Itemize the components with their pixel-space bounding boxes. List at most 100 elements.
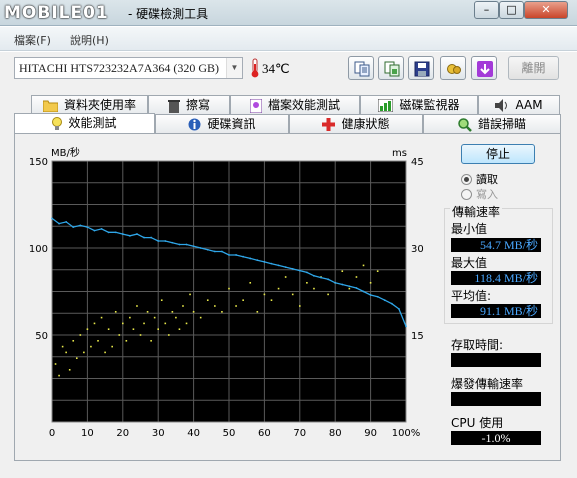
transfer-rate-point [121, 233, 124, 235]
tab-label: 擦寫 [185, 98, 210, 112]
radio-dot [461, 189, 472, 200]
transfer-rate-point [143, 236, 145, 239]
options-icon [447, 64, 461, 74]
drive-select[interactable]: HITACHI HTS723232A7A364 (320 GB) ▼ [14, 57, 243, 79]
tab-label: AAM [515, 98, 543, 112]
access-time-point [175, 316, 177, 319]
health-cross-icon [322, 118, 336, 131]
tab-label: 錯誤掃瞄 [477, 117, 526, 131]
access-time-point [111, 345, 113, 348]
write-label: 寫入 [476, 188, 498, 201]
transfer-rate-point [100, 227, 103, 230]
save-button[interactable] [408, 56, 434, 80]
transfer-rate-point [65, 221, 68, 223]
access-time-point [199, 316, 202, 319]
access-time-point [192, 311, 195, 313]
read-radio[interactable]: 讀取 [461, 171, 498, 187]
title-bar: MOBILE01 - 硬碟檢測工具 – □ ✕ [0, 0, 577, 26]
drive-select-value: HITACHI HTS723232A7A364 (320 GB) [19, 61, 220, 75]
stop-button[interactable]: 停止 [461, 144, 535, 164]
options-button[interactable] [440, 56, 466, 80]
access-time-point [178, 328, 181, 330]
access-time-point [228, 287, 230, 290]
access-time-point [83, 351, 85, 354]
transfer-rate-chart: MB/秒 ms150100504530150 10 20 30 40 50 60 70 80 90 1… [29, 146, 424, 439]
transfer-rate-label: 傳輸速率 [450, 203, 503, 220]
tab-aam[interactable]: AAM [478, 95, 560, 115]
magnifier-icon [458, 117, 472, 132]
access-time-point [146, 311, 149, 313]
access-time-point [86, 328, 89, 330]
temperature-value: 34℃ [262, 61, 290, 76]
copy-text-button[interactable] [348, 56, 374, 80]
transfer-rate-point [136, 233, 138, 235]
access-time-point [72, 340, 75, 342]
transfer-rate-point [164, 240, 167, 242]
max-value: 118.4 MB/秒 [451, 271, 541, 285]
access-time-point [376, 270, 379, 272]
download-button[interactable] [471, 56, 497, 80]
transfer-rate-point [277, 264, 280, 267]
chevron-down-icon[interactable]: ▼ [226, 58, 242, 78]
access-time-point [54, 363, 57, 365]
avg-label: 平均值: [451, 289, 492, 303]
access-time-point [341, 270, 344, 272]
access-time-point [168, 334, 170, 336]
transfer-rate-point [355, 287, 358, 289]
min-label: 最小值 [451, 222, 488, 236]
access-time-point [348, 287, 351, 290]
x-tick: 60 [258, 428, 271, 439]
tab-erase[interactable]: 擦寫 [148, 95, 230, 115]
cpu-value: -1.0% [451, 431, 541, 445]
info-icon [188, 118, 201, 131]
maximize-button[interactable]: □ [499, 1, 524, 19]
tab-error-scan[interactable]: 錯誤掃瞄 [423, 114, 561, 134]
transfer-rate-point [58, 222, 60, 225]
tab-disk-info[interactable]: 硬碟資訊 [155, 114, 289, 134]
y-axis-right-label: ms [392, 148, 407, 159]
tab-benchmark[interactable]: 效能測試 [14, 113, 155, 134]
transfer-rate-point [369, 294, 372, 296]
tab-file-benchmark[interactable]: 檔案效能測試 [230, 95, 360, 115]
access-time-point [171, 311, 174, 313]
transfer-rate-point [334, 281, 337, 284]
transfer-rate-point [263, 261, 266, 263]
access-time-point [249, 282, 252, 284]
exit-button[interactable]: 離開 [508, 56, 559, 80]
minimize-button[interactable]: – [474, 1, 499, 19]
tab-health[interactable]: 健康狀態 [289, 114, 423, 134]
transfer-rate-point [72, 226, 75, 229]
thermometer-icon [251, 58, 259, 78]
copy-text-icon [354, 61, 370, 77]
transfer-rate-point [291, 267, 294, 270]
transfer-rate-point [213, 250, 216, 253]
lightbulb-icon [52, 116, 63, 130]
x-tick: 40 [187, 428, 200, 439]
access-time-point [79, 334, 82, 336]
access-time-point [132, 328, 135, 330]
access-time-point [313, 287, 315, 290]
transfer-rate-point [150, 236, 153, 239]
tab-label: 效能測試 [68, 116, 117, 130]
access-time-point [93, 322, 96, 325]
x-tick: 50 [223, 428, 236, 439]
menu-file[interactable]: 檔案(F) [14, 32, 51, 48]
tab-disk-monitor[interactable]: 磁碟監視器 [360, 95, 478, 115]
access-time-label: 存取時間: [451, 338, 504, 352]
transfer-rate-point [390, 302, 393, 305]
folder-icon [42, 100, 58, 112]
tab-label: 磁碟監視器 [399, 98, 460, 112]
transfer-rate-point [114, 231, 117, 234]
copy-screenshot-button[interactable] [378, 56, 404, 80]
x-tick: 100% [392, 428, 421, 439]
access-time-point [97, 340, 99, 342]
transfer-rate-point [376, 295, 379, 298]
access-time-point [277, 287, 280, 290]
transfer-rate-point [51, 217, 53, 220]
y-tick-right: 45 [411, 157, 424, 168]
write-radio[interactable]: 寫入 [461, 186, 498, 202]
access-time-point [114, 311, 117, 313]
tab-folder-usage[interactable]: 資料夾使用率 [31, 95, 148, 115]
menu-help[interactable]: 說明(H) [70, 32, 109, 48]
close-button[interactable]: ✕ [524, 1, 568, 19]
